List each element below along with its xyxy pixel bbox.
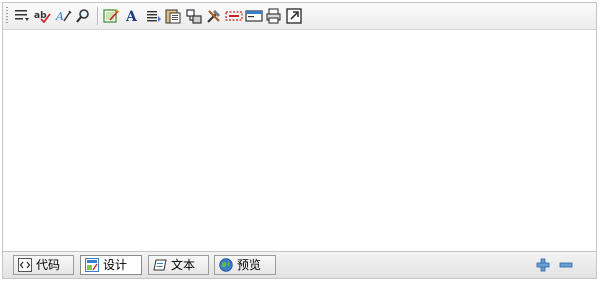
editor-content-area[interactable] bbox=[3, 30, 596, 253]
globe-icon bbox=[219, 258, 233, 272]
align-text-icon[interactable] bbox=[145, 7, 163, 25]
horizontal-rule-icon[interactable] bbox=[225, 7, 243, 25]
paste-icon[interactable] bbox=[164, 7, 182, 25]
print-icon[interactable] bbox=[265, 7, 283, 25]
font-color-icon[interactable]: A bbox=[124, 7, 142, 25]
tab-preview[interactable]: 预览 bbox=[214, 255, 276, 275]
minus-icon[interactable] bbox=[559, 257, 573, 271]
plus-icon[interactable] bbox=[536, 257, 550, 272]
tab-design[interactable]: 设计 bbox=[80, 255, 142, 275]
tab-text[interactable]: 文本 bbox=[148, 255, 209, 275]
svg-text:A: A bbox=[55, 10, 64, 23]
font-style-icon[interactable]: A bbox=[55, 7, 73, 25]
form-field-icon[interactable] bbox=[245, 7, 263, 25]
paragraph-format-icon[interactable] bbox=[13, 7, 31, 25]
toolbar-grip bbox=[6, 7, 8, 25]
rich-text-editor: ab A A 代码 设计 文本 预览 bbox=[2, 2, 597, 279]
toolbar-separator bbox=[97, 7, 98, 25]
svg-text:A: A bbox=[125, 9, 138, 25]
tab-code-label: 代码 bbox=[36, 258, 61, 272]
design-icon bbox=[85, 258, 99, 272]
tab-preview-label: 预览 bbox=[237, 258, 262, 272]
editor-toolbar: ab A A bbox=[3, 3, 596, 30]
tools-icon[interactable] bbox=[205, 7, 223, 25]
find-icon[interactable] bbox=[75, 7, 93, 25]
spell-check-icon[interactable]: ab bbox=[33, 7, 51, 25]
text-icon bbox=[153, 258, 167, 272]
insert-object-icon[interactable] bbox=[185, 7, 203, 25]
tab-code[interactable]: 代码 bbox=[13, 255, 74, 275]
code-icon bbox=[18, 258, 32, 272]
fullscreen-icon[interactable] bbox=[285, 7, 303, 25]
edit-image-icon[interactable] bbox=[102, 7, 120, 25]
tab-design-label: 设计 bbox=[103, 258, 128, 272]
tab-text-label: 文本 bbox=[171, 258, 196, 272]
editor-mode-bar: 代码 设计 文本 预览 bbox=[3, 251, 596, 278]
